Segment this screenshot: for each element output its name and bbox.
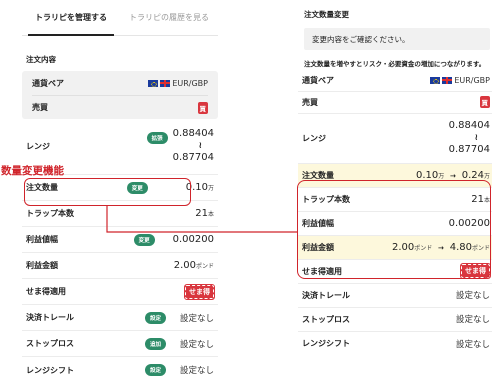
annotation-label: 数量変更機能	[1, 165, 64, 177]
settle-trail-row: 決済トレール 設定なし	[298, 284, 492, 308]
settle-trail-label: 決済トレール	[302, 290, 350, 300]
uk-flag-icon	[442, 76, 453, 84]
page-title: 注文数量変更	[304, 10, 349, 19]
eu-flag-icon	[148, 79, 159, 87]
pair-value: EUR/GBP	[430, 76, 490, 85]
settle-trail-value: 設定なし	[179, 313, 214, 324]
traps-value: 21	[195, 208, 208, 219]
quantity-highlight-box	[24, 178, 191, 206]
range-tilde: ≀	[474, 132, 478, 143]
buy-badge: 買	[479, 96, 490, 109]
stop-loss-label: ストップロス	[26, 339, 74, 348]
range-label: レンジ	[302, 133, 326, 143]
semayoku-label: せま得適用	[26, 287, 66, 296]
buy-badge: 買	[197, 101, 208, 114]
range-shift-set-button[interactable]: 設定	[144, 364, 166, 376]
change-highlight-box	[297, 180, 491, 279]
trade-row: 売買 買	[298, 92, 492, 114]
stop-loss-row: ストップロス 設定なし	[298, 308, 492, 332]
tab-manage[interactable]: トラリピを管理する	[22, 0, 120, 36]
eu-flag-icon	[430, 76, 441, 84]
pair-label: 通貨ペア	[302, 75, 334, 85]
range-values: 0.88404 ≀ 0.87704	[449, 120, 490, 156]
extend-button[interactable]: 拡張	[146, 132, 168, 145]
profit-width-change-button[interactable]: 変更	[133, 233, 155, 246]
range-shift-value: 設定なし	[179, 366, 214, 376]
settle-trail-row: 決済トレール 設定 設定なし	[22, 305, 218, 331]
stop-loss-label: ストップロス	[302, 314, 350, 324]
trade-label: 売買	[32, 103, 48, 112]
stop-loss-row: ストップロス 追加 設定なし	[22, 331, 218, 357]
semayoku-row: せま得適用 せま得	[22, 279, 218, 305]
range-values: 0.88404 ≀ 0.87704	[173, 128, 214, 164]
quantity-from-unit: 万	[438, 172, 445, 180]
tab-history[interactable]: トラリピの履歴を見る	[120, 0, 218, 35]
profit-amount-value: 2.00	[173, 260, 196, 271]
profit-width-value: 0.00200	[172, 234, 214, 245]
stop-loss-value: 設定なし	[179, 339, 214, 350]
semayoku-logo: せま得	[184, 283, 215, 300]
profit-width-label: 利益値幅	[26, 235, 58, 244]
settle-trail-value: 設定なし	[455, 291, 490, 302]
uk-flag-icon	[160, 79, 171, 87]
pair-label: 通貨ペア	[32, 78, 64, 88]
risk-notice: 注文数量を増やすとリスク・必要資金の増加につながります。	[304, 60, 486, 68]
traps-label: トラップ本数	[26, 209, 74, 218]
arrow-right-icon: →	[450, 171, 456, 180]
stop-loss-value: 設定なし	[455, 315, 490, 326]
summary-box: 通貨ペア EUR/GBP 売買 買	[22, 71, 218, 119]
range-tilde: ≀	[198, 140, 202, 151]
range-shift-label: レンジシフト	[26, 365, 74, 375]
profit-width-row: 利益値幅 変更 0.00200	[22, 227, 218, 253]
pair-value: EUR/GBP	[148, 79, 208, 88]
tab-bar: トラリピを管理する トラリピの履歴を見る	[22, 0, 218, 36]
range-upper: 0.88404	[448, 120, 490, 132]
range-lower: 0.87704	[172, 152, 214, 164]
traps-unit: 本	[207, 211, 214, 218]
range-lower: 0.87704	[448, 143, 490, 155]
range-shift-row: レンジシフト 設定なし	[298, 332, 492, 356]
trade-label: 売買	[302, 97, 318, 107]
pair-text: EUR/GBP	[172, 78, 208, 88]
pair-row: 通貨ペア EUR/GBP	[32, 71, 208, 95]
section-title: 注文内容	[26, 55, 56, 64]
range-row: レンジ 0.88404 ≀ 0.87704	[298, 114, 492, 164]
profit-amount-label: 利益金額	[26, 261, 58, 270]
quantity-unit: 万	[207, 185, 214, 192]
profit-amount-unit: ポンド	[195, 263, 214, 270]
stop-loss-add-button[interactable]: 追加	[144, 337, 166, 350]
pair-row: 通貨ペア EUR/GBP	[298, 70, 492, 92]
trade-row: 売買 買	[32, 95, 208, 119]
range-label: レンジ	[26, 142, 50, 151]
range-shift-value: 設定なし	[455, 339, 490, 350]
range-upper: 0.88404	[172, 128, 214, 140]
settle-trail-set-button[interactable]: 設定	[144, 311, 166, 324]
settle-trail-label: 決済トレール	[26, 313, 74, 322]
range-shift-row: レンジシフト 設定 設定なし	[22, 357, 218, 383]
range-shift-label: レンジシフト	[302, 339, 350, 349]
pair-text: EUR/GBP	[454, 75, 490, 85]
quantity-to-unit: 万	[483, 172, 490, 180]
profit-amount-row: 利益金額 2.00ポンド	[22, 253, 218, 279]
confirm-message: 変更内容をご確認ください。	[304, 28, 490, 50]
